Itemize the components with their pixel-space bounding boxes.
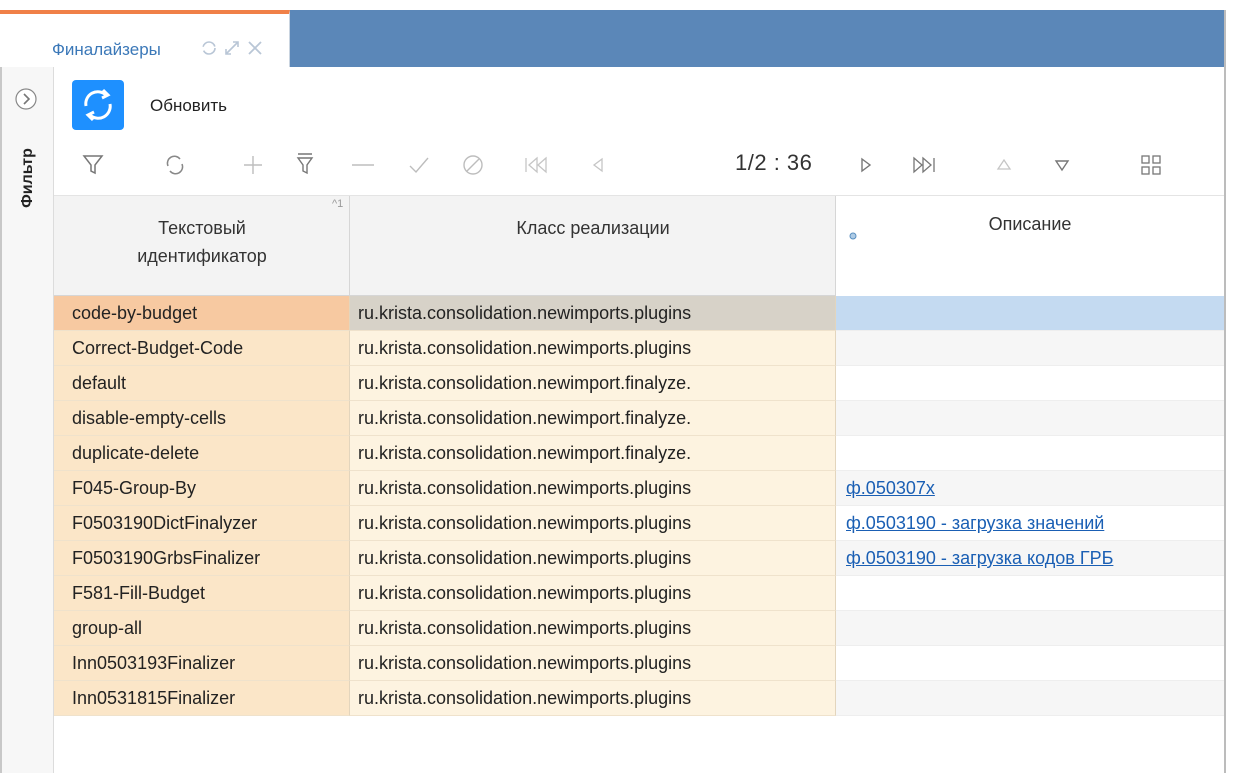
- cell-description[interactable]: [836, 611, 1224, 646]
- sort-up-icon[interactable]: [990, 148, 1018, 182]
- close-icon[interactable]: [245, 38, 265, 58]
- cell-description[interactable]: [836, 681, 1224, 716]
- filter-clear-icon[interactable]: [290, 148, 320, 182]
- cell-id[interactable]: Inn0503193Finalizer: [54, 646, 350, 681]
- reload-icon[interactable]: [160, 148, 190, 182]
- prev-page-icon[interactable]: [584, 148, 612, 182]
- cell-description[interactable]: [836, 436, 1224, 471]
- expand-icon[interactable]: [14, 87, 38, 111]
- right-border: [1224, 10, 1226, 773]
- refresh-label[interactable]: Обновить: [150, 96, 227, 116]
- cell-id[interactable]: disable-empty-cells: [54, 401, 350, 436]
- table-row[interactable]: group-all ru.krista.consolidation.newimpo…: [54, 611, 1224, 646]
- cell-id[interactable]: F581-Fill-Budget: [54, 576, 350, 611]
- remove-icon[interactable]: [346, 148, 380, 182]
- table-row[interactable]: duplicate-delete ru.krista.consolidation.…: [54, 436, 1224, 471]
- description-link[interactable]: ф.0503190 - загрузка значений: [846, 513, 1104, 533]
- cell-id[interactable]: group-all: [54, 611, 350, 646]
- cell-class[interactable]: ru.krista.consolidation.newimports.plugi…: [350, 541, 836, 576]
- table-row[interactable]: disable-empty-cells ru.krista.consolidati…: [54, 401, 1224, 436]
- cell-description[interactable]: [836, 296, 1224, 331]
- tab-title: Финалайзеры: [52, 40, 161, 59]
- column-header-id-line1: Текстовый: [158, 218, 246, 238]
- column-header-description-label: Описание: [988, 214, 1072, 234]
- refresh-icon: [84, 88, 112, 122]
- cell-description[interactable]: [836, 366, 1224, 401]
- table-row[interactable]: F581-Fill-Budget ru.krista.consolidation.…: [54, 576, 1224, 611]
- first-page-icon[interactable]: [520, 148, 552, 182]
- column-header-class-label: Класс реализации: [516, 218, 670, 238]
- refresh-button[interactable]: [72, 80, 124, 130]
- cell-description[interactable]: ф.0503190 - загрузка значений: [836, 506, 1224, 541]
- cell-id[interactable]: Correct-Budget-Code: [54, 331, 350, 366]
- cell-description[interactable]: [836, 646, 1224, 681]
- maximize-icon[interactable]: [222, 38, 242, 58]
- check-icon[interactable]: [404, 148, 434, 182]
- cell-class[interactable]: ru.krista.consolidation.newimports.plugi…: [350, 646, 836, 681]
- cell-description[interactable]: [836, 331, 1224, 366]
- column-header-class[interactable]: Класс реализации: [350, 196, 836, 296]
- cell-class[interactable]: ru.krista.consolidation.newimports.plugi…: [350, 506, 836, 541]
- table-row[interactable]: F0503190GrbsFinalizer ru.krista.consolida…: [54, 541, 1224, 576]
- cell-class[interactable]: ru.krista.consolidation.newimports.plugi…: [350, 471, 836, 506]
- cell-description[interactable]: [836, 576, 1224, 611]
- cell-class[interactable]: ru.krista.consolidation.newimports.plugi…: [350, 331, 836, 366]
- filter-panel-label[interactable]: Фильтр: [19, 148, 37, 208]
- cell-id[interactable]: duplicate-delete: [54, 436, 350, 471]
- table-row[interactable]: code-by-budget ru.krista.consolidation.ne…: [54, 296, 1224, 331]
- tab-finalizers[interactable]: Финалайзеры: [0, 10, 290, 67]
- column-header-id[interactable]: Текстовый идентификатор ^1: [54, 196, 350, 296]
- add-icon[interactable]: [238, 148, 268, 182]
- pager-counter: 1/2 : 36: [735, 150, 813, 175]
- cell-class[interactable]: ru.krista.consolidation.newimports.plugi…: [350, 681, 836, 716]
- sort-indicator: ^1: [332, 198, 344, 210]
- filter-icon[interactable]: [78, 148, 108, 182]
- cell-id[interactable]: code-by-budget: [54, 296, 350, 331]
- table-row[interactable]: default ru.krista.consolidation.newimport…: [54, 366, 1224, 401]
- next-page-icon[interactable]: [852, 148, 880, 182]
- cell-class[interactable]: ru.krista.consolidation.newimports.plugi…: [350, 611, 836, 646]
- cell-id[interactable]: Inn0531815Finalizer: [54, 681, 350, 716]
- column-header-id-line2: идентификатор: [137, 246, 267, 266]
- cell-class[interactable]: ru.krista.consolidation.newimport.finaly…: [350, 436, 836, 471]
- left-border: [0, 67, 2, 773]
- table-row[interactable]: Correct-Budget-Code ru.krista.consolidati…: [54, 331, 1224, 366]
- last-page-icon[interactable]: [908, 148, 940, 182]
- table-row[interactable]: F0503190DictFinalyzer ru.krista.consolida…: [54, 506, 1224, 541]
- cell-id[interactable]: default: [54, 366, 350, 401]
- tab-refresh-icon[interactable]: [199, 38, 219, 58]
- app-window: Финалайзеры Фильтр Обновить 1/2: 36 Тек…: [0, 0, 1233, 773]
- description-link[interactable]: ф.050307х: [846, 478, 935, 498]
- columns-icon[interactable]: [1136, 148, 1166, 182]
- description-link[interactable]: ф.0503190 - загрузка кодов ГРБ: [846, 548, 1113, 568]
- cell-description[interactable]: ф.0503190 - загрузка кодов ГРБ: [836, 541, 1224, 576]
- cell-class[interactable]: ru.krista.consolidation.newimport.finaly…: [350, 401, 836, 436]
- cancel-icon[interactable]: [458, 148, 488, 182]
- table-row[interactable]: Inn0531815Finalizer ru.krista.consolidati…: [54, 681, 1224, 716]
- column-header-description[interactable]: Описание: [836, 196, 1224, 296]
- table-row[interactable]: Inn0503193Finalizer ru.krista.consolidati…: [54, 646, 1224, 681]
- grid-header: Текстовый идентификатор ^1 Класс реализа…: [54, 195, 1224, 296]
- cell-description[interactable]: [836, 401, 1224, 436]
- sort-down-icon[interactable]: [1048, 148, 1076, 182]
- table-row[interactable]: F045-Group-By ru.krista.consolidation.new…: [54, 471, 1224, 506]
- cell-id[interactable]: F045-Group-By: [54, 471, 350, 506]
- cell-class[interactable]: ru.krista.consolidation.newimports.plugi…: [350, 576, 836, 611]
- cell-id[interactable]: F0503190GrbsFinalizer: [54, 541, 350, 576]
- cell-class[interactable]: ru.krista.consolidation.newimports.plugi…: [350, 296, 836, 331]
- cell-description[interactable]: ф.050307х: [836, 471, 1224, 506]
- data-grid: Текстовый идентификатор ^1 Класс реализа…: [54, 195, 1224, 773]
- cell-class[interactable]: ru.krista.consolidation.newimport.finaly…: [350, 366, 836, 401]
- cell-id[interactable]: F0503190DictFinalyzer: [54, 506, 350, 541]
